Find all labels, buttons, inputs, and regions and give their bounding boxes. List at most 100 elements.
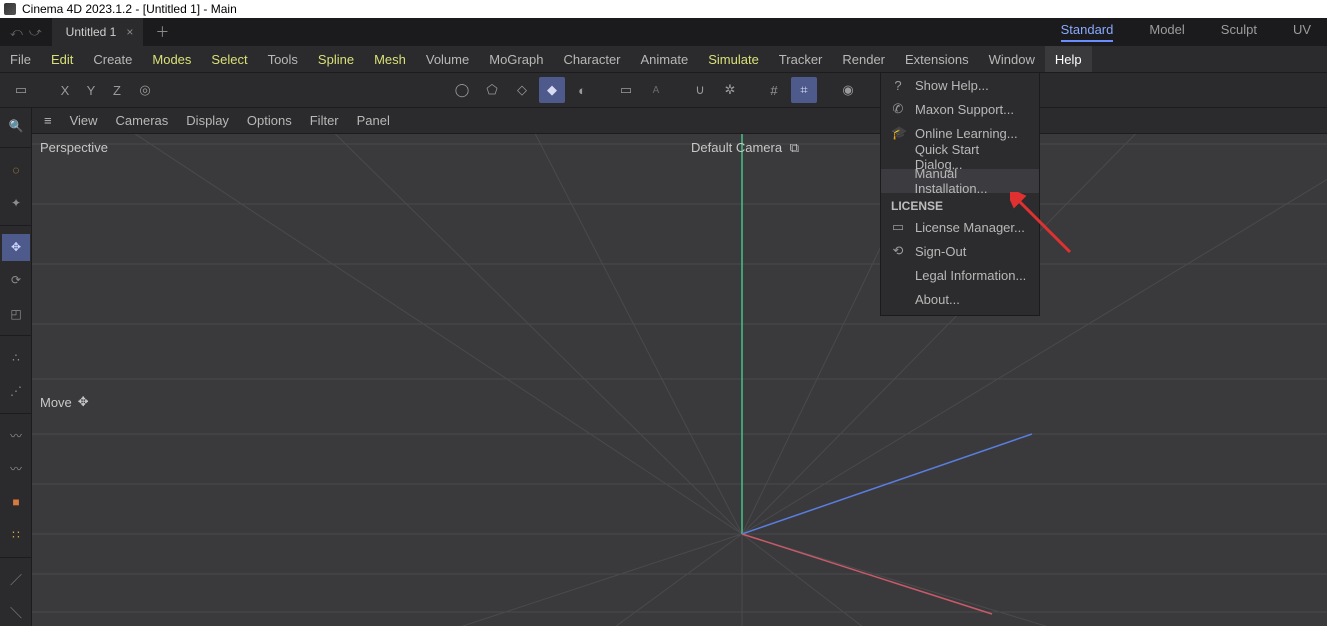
help-item-about[interactable]: About... bbox=[881, 287, 1039, 311]
points-icon[interactable]: ∴ bbox=[2, 344, 30, 371]
menu-help[interactable]: Help bbox=[1045, 46, 1092, 72]
help-item-label: Sign-Out bbox=[915, 244, 966, 259]
left-tool-strip: 🔍 ◌ ✦ ✥ ⟳ ◰ ∴ ⋰ 〰 〰 ■ ∷ ／ ＼ bbox=[0, 108, 32, 626]
menu-window[interactable]: Window bbox=[979, 46, 1045, 72]
help-dropdown: ?Show Help... ✆ Maxon Support... 🎓 Online Le… bbox=[880, 72, 1040, 316]
document-tab-label: Untitled 1 bbox=[66, 25, 117, 39]
help-item-label: Show Help... bbox=[915, 78, 989, 93]
menu-render[interactable]: Render bbox=[832, 46, 895, 72]
view-menu-options[interactable]: Options bbox=[247, 113, 292, 128]
axis-z-button[interactable]: Z bbox=[106, 77, 128, 103]
plane-icon[interactable]: ▭ bbox=[613, 77, 639, 103]
layout-tab-sculpt[interactable]: Sculpt bbox=[1221, 22, 1257, 42]
viewport-camera-label: Default Camera ⧉ bbox=[691, 140, 799, 156]
text-icon[interactable]: A bbox=[643, 77, 669, 103]
camera-link-icon[interactable]: ⧉ bbox=[790, 140, 799, 155]
window-title: Cinema 4D 2023.1.2 - [Untitled 1] - Main bbox=[22, 2, 237, 16]
help-item-label: Online Learning... bbox=[915, 126, 1018, 141]
help-item-label: License Manager... bbox=[915, 220, 1025, 235]
layout-icon[interactable]: ▭ bbox=[8, 77, 34, 103]
menu-simulate[interactable]: Simulate bbox=[698, 46, 769, 72]
menu-extensions[interactable]: Extensions bbox=[895, 46, 979, 72]
help-item-label: Legal Information... bbox=[915, 268, 1026, 283]
layout-tab-model[interactable]: Model bbox=[1149, 22, 1184, 42]
primitive-sphere-icon[interactable]: ◯ bbox=[449, 77, 475, 103]
close-icon[interactable]: × bbox=[126, 25, 133, 39]
erase-icon[interactable]: ＼ bbox=[2, 599, 30, 626]
phone-icon: ✆ bbox=[891, 101, 905, 117]
menu-spline[interactable]: Spline bbox=[308, 46, 364, 72]
axis-y-button[interactable]: Y bbox=[80, 77, 102, 103]
menu-tracker[interactable]: Tracker bbox=[769, 46, 833, 72]
help-item-license-manager[interactable]: ▭License Manager... bbox=[881, 215, 1039, 239]
viewport[interactable]: Perspective Move ✥ Default Camera ⧉ bbox=[32, 134, 1327, 626]
bubbles-icon[interactable]: ∷ bbox=[2, 521, 30, 548]
menu-volume[interactable]: Volume bbox=[416, 46, 479, 72]
menu-select[interactable]: Select bbox=[201, 46, 257, 72]
primitive-cube-icon[interactable]: ◇ bbox=[509, 77, 535, 103]
help-item-manual-installation[interactable]: Manual Installation... bbox=[881, 169, 1039, 193]
layout-tab-standard[interactable]: Standard bbox=[1061, 22, 1114, 42]
layout-tab-uv[interactable]: UV bbox=[1293, 22, 1311, 42]
primitive-capsule-icon[interactable]: ⬠ bbox=[479, 77, 505, 103]
view-menu-filter[interactable]: Filter bbox=[310, 113, 339, 128]
menu-bar: FileEditCreateModesSelectToolsSplineMesh… bbox=[0, 46, 1327, 72]
help-item-show-help[interactable]: ?Show Help... bbox=[881, 73, 1039, 97]
view-menu-panel[interactable]: Panel bbox=[357, 113, 390, 128]
menu-mesh[interactable]: Mesh bbox=[364, 46, 416, 72]
menu-edit[interactable]: Edit bbox=[41, 46, 83, 72]
view-menu-cameras[interactable]: Cameras bbox=[116, 113, 169, 128]
menu-create[interactable]: Create bbox=[83, 46, 142, 72]
brush-a-icon[interactable]: 〰 bbox=[2, 422, 30, 449]
grid-icon[interactable]: # bbox=[761, 77, 787, 103]
world-axis-icon[interactable]: ◎ bbox=[132, 77, 158, 103]
window-title-bar: Cinema 4D 2023.1.2 - [Untitled 1] - Main bbox=[0, 0, 1327, 18]
rot-icon: ⟲ bbox=[891, 243, 905, 259]
primitive-cube-solid-icon[interactable]: ◆ bbox=[539, 77, 565, 103]
move-icon: ✥ bbox=[78, 394, 89, 410]
undo-icon[interactable]: ⤺ bbox=[10, 25, 23, 40]
help-item-maxon-support[interactable]: ✆ Maxon Support... bbox=[881, 97, 1039, 121]
magnet-icon[interactable]: ∪ bbox=[687, 77, 713, 103]
hamburger-icon[interactable]: ≡ bbox=[44, 113, 52, 128]
menu-animate[interactable]: Animate bbox=[631, 46, 699, 72]
paint-icon[interactable]: ／ bbox=[2, 565, 30, 592]
menu-character[interactable]: Character bbox=[553, 46, 630, 72]
poly-icon[interactable]: ■ bbox=[2, 488, 30, 515]
help-item-label: Manual Installation... bbox=[914, 166, 1029, 196]
help-item-legal-information[interactable]: Legal Information... bbox=[881, 263, 1039, 287]
search-icon[interactable]: 🔍 bbox=[2, 112, 30, 139]
main-area: Perspective Move ✥ Default Camera ⧉ bbox=[0, 134, 1327, 626]
menu-mograph[interactable]: MoGraph bbox=[479, 46, 553, 72]
history-buttons: ⤺ ⤻ bbox=[0, 25, 52, 40]
grid-snap-icon[interactable]: ⌗ bbox=[791, 77, 817, 103]
viewport-label-perspective: Perspective bbox=[40, 140, 108, 155]
move-tool-icon[interactable]: ✥ bbox=[2, 234, 30, 261]
view-menu-view[interactable]: View bbox=[70, 113, 98, 128]
redo-icon[interactable]: ⤻ bbox=[29, 25, 42, 40]
document-tab-strip: ⤺ ⤻ Untitled 1 × ＋ Standard Model Sculpt… bbox=[0, 18, 1327, 46]
document-tab[interactable]: Untitled 1 × bbox=[52, 18, 144, 46]
axis-x-button[interactable]: X bbox=[54, 77, 76, 103]
edges-icon[interactable]: ⋰ bbox=[2, 377, 30, 404]
viewport-label-tool: Move ✥ bbox=[40, 394, 89, 410]
menu-modes[interactable]: Modes bbox=[142, 46, 201, 72]
select-icon[interactable]: ◌ bbox=[2, 156, 30, 183]
gear-icon[interactable]: ✲ bbox=[717, 77, 743, 103]
render-icon[interactable]: ◉ bbox=[835, 77, 861, 103]
view-menu-display[interactable]: Display bbox=[186, 113, 229, 128]
rotate-tool-icon[interactable]: ⟳ bbox=[2, 267, 30, 294]
viewport-tool-name: Move bbox=[40, 395, 72, 410]
add-tab-button[interactable]: ＋ bbox=[143, 22, 181, 42]
viewport-menu-bar: ≡ View Cameras Display Options Filter Pa… bbox=[0, 108, 1327, 134]
primitive-torus-icon[interactable]: ◐ bbox=[569, 77, 595, 103]
help-item-label: Maxon Support... bbox=[915, 102, 1014, 117]
help-item-label: About... bbox=[915, 292, 960, 307]
help-item-sign-out[interactable]: ⟲ Sign-Out bbox=[881, 239, 1039, 263]
scale-tool-icon[interactable]: ◰ bbox=[2, 300, 30, 327]
menu-tools[interactable]: Tools bbox=[258, 46, 308, 72]
brush-b-icon[interactable]: 〰 bbox=[2, 455, 30, 482]
grad-icon: 🎓 bbox=[891, 125, 905, 141]
menu-file[interactable]: File bbox=[0, 46, 41, 72]
cursor-icon[interactable]: ✦ bbox=[2, 189, 30, 216]
